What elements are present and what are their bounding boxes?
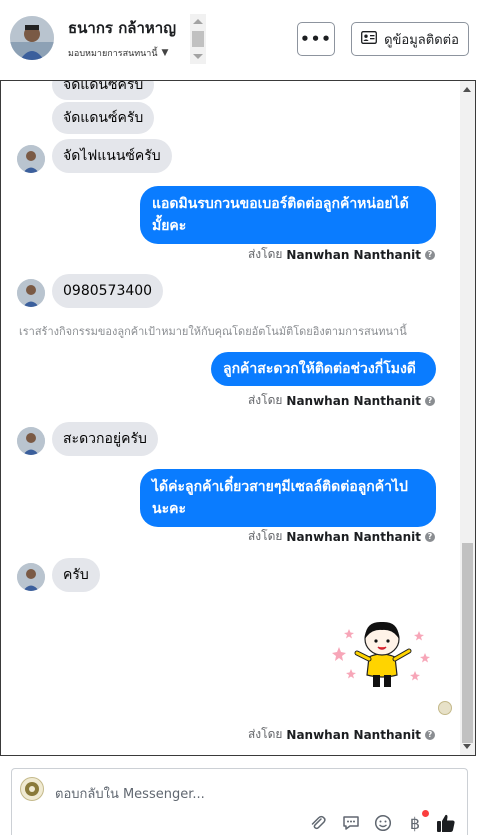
- reply-input[interactable]: ตอบกลับใน Messenger...: [55, 783, 205, 804]
- incoming-message: จัดแดนซ์ครับ: [52, 102, 155, 134]
- scroll-down-icon[interactable]: [463, 744, 471, 749]
- sent-by-label: ส่งโดย Nanwhan Nanthanit ?: [248, 245, 435, 264]
- outgoing-message: แอดมินรบกวนขอเบอร์ติดต่อลูกค้าหน่อยได้มั…: [140, 186, 436, 244]
- page-seen-avatar: [438, 701, 452, 715]
- outgoing-message: ลูกค้าสะดวกให้ติดต่อช่วงกี่โมงดีคะ: [211, 352, 436, 399]
- assign-label: มอบหมายการสนทนานี้: [68, 49, 158, 59]
- chat-bubble-icon[interactable]: [341, 813, 361, 833]
- sent-by-label: ส่งโดย Nanwhan Nanthanit ?: [248, 527, 435, 546]
- smile-icon[interactable]: [373, 813, 393, 833]
- sender-name: Nanwhan Nanthanit: [286, 393, 421, 408]
- incoming-message: ครับ: [52, 558, 100, 592]
- thumbs-up-icon[interactable]: [436, 813, 456, 833]
- scroll-up-icon[interactable]: [463, 87, 471, 92]
- scroll-down-icon[interactable]: [193, 54, 203, 59]
- sent-by-label: ส่งโดย Nanwhan Nanthanit ?: [248, 725, 435, 744]
- view-contact-button[interactable]: ดูข้อมูลติดต่อ: [351, 22, 469, 56]
- outgoing-message: ได้ค่ะลูกค้าเดี๋ยวสายๆมีเซลล์ติดต่อลูกค้…: [140, 469, 436, 527]
- help-icon[interactable]: ?: [425, 249, 435, 260]
- incoming-message: 0980573400: [52, 274, 164, 308]
- header-scrollbar[interactable]: [190, 14, 206, 64]
- paperclip-icon[interactable]: [308, 813, 328, 833]
- sender-name: Nanwhan Nanthanit: [286, 529, 421, 544]
- help-icon[interactable]: ?: [425, 395, 435, 406]
- help-icon[interactable]: ?: [425, 729, 435, 740]
- system-message: เราสร้างกิจกรรมของลูกค้าเป้าหมายให้กับคุ…: [19, 325, 407, 338]
- help-icon[interactable]: ?: [425, 531, 435, 542]
- more-dots-icon: •••: [300, 30, 332, 48]
- conversation-header: ธนากร กล้าหาญ มอบหมายการสนทนานี้ ▼ ••• ด…: [0, 0, 480, 80]
- customer-avatar[interactable]: [10, 16, 54, 60]
- incoming-message: จัดไฟแนนซ์ครับ: [52, 139, 172, 173]
- sent-by-prefix: ส่งโดย: [247, 529, 283, 543]
- customer-avatar-small: [17, 427, 45, 455]
- scroll-up-icon[interactable]: [193, 19, 203, 24]
- message-thread[interactable]: จัดแดนซ์ครับ จัดแดนซ์ครับ จัดไฟแนนซ์ครับ…: [0, 80, 476, 756]
- chevron-down-icon: ▼: [161, 48, 169, 58]
- assign-conversation-dropdown[interactable]: มอบหมายการสนทนานี้ ▼: [68, 46, 168, 60]
- thread-scrollbar[interactable]: [460, 81, 475, 755]
- sent-by-prefix: ส่งโดย: [247, 727, 283, 741]
- sender-name: Nanwhan Nanthanit: [286, 247, 421, 262]
- customer-avatar-small: [17, 279, 45, 307]
- reply-composer[interactable]: ตอบกลับใน Messenger... ฿: [11, 768, 468, 835]
- view-contact-label: ดูข้อมูลติดต่อ: [384, 32, 459, 48]
- customer-avatar-small: [17, 145, 45, 173]
- notification-dot: [422, 810, 429, 817]
- id-card-icon: [361, 30, 378, 48]
- more-options-button[interactable]: •••: [297, 22, 335, 56]
- incoming-message: สะดวกอยู่ครับ: [52, 422, 158, 456]
- customer-name[interactable]: ธนากร กล้าหาญ: [68, 16, 176, 40]
- customer-avatar-small: [17, 563, 45, 591]
- girl-sticker: [331, 617, 435, 697]
- sent-by-prefix: ส่งโดย: [247, 247, 283, 261]
- incoming-message: จัดแดนซ์ครับ: [52, 81, 155, 100]
- sent-by-prefix: ส่งโดย: [247, 393, 283, 407]
- sender-name: Nanwhan Nanthanit: [286, 727, 421, 742]
- sent-by-label: ส่งโดย Nanwhan Nanthanit ?: [248, 391, 435, 410]
- scroll-thumb[interactable]: [192, 31, 204, 47]
- baht-icon[interactable]: ฿: [405, 813, 425, 833]
- scroll-thumb[interactable]: [462, 543, 473, 743]
- page-avatar: [20, 777, 44, 801]
